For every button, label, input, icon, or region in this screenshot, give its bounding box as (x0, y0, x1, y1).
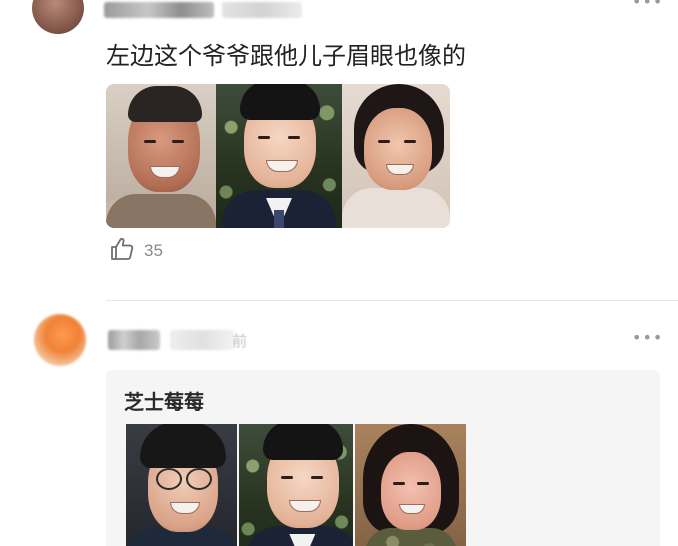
woman-photo[interactable] (354, 424, 466, 546)
commenter-avatar[interactable] (32, 0, 84, 34)
older-man-photo[interactable] (106, 84, 216, 228)
quoted-post-title: 芝士莓莓 (124, 392, 204, 414)
comment-feed: ••• 左边这个爷爷跟他儿子眉眼也像的 35 前 ••• 芝士莓莓 (0, 0, 678, 546)
more-options-icon[interactable]: ••• (632, 330, 663, 346)
comment-divider (106, 300, 678, 301)
like-count: 35 (144, 241, 163, 260)
glasses-man-photo[interactable] (126, 424, 238, 546)
comment-time-redacted (222, 2, 302, 18)
comment-time-redacted (170, 330, 234, 350)
comment-image[interactable] (106, 84, 450, 228)
comment-time-suffix: 前 (232, 333, 248, 350)
commenter-name-redacted[interactable] (104, 2, 214, 18)
woman-photo[interactable] (342, 84, 450, 228)
quoted-post[interactable]: 芝士莓莓 (106, 370, 660, 546)
thumbs-up-icon[interactable] (108, 235, 136, 268)
quoted-post-image[interactable] (126, 424, 466, 546)
young-man-photo[interactable] (239, 424, 353, 546)
like-button[interactable]: 35 (108, 236, 163, 266)
comment-text: 左边这个爷爷跟他儿子眉眼也像的 (106, 43, 466, 70)
young-man-photo[interactable] (216, 84, 342, 228)
commenter-name-redacted[interactable] (108, 330, 160, 350)
more-options-icon[interactable]: ••• (632, 0, 663, 10)
commenter-avatar[interactable] (34, 314, 86, 366)
